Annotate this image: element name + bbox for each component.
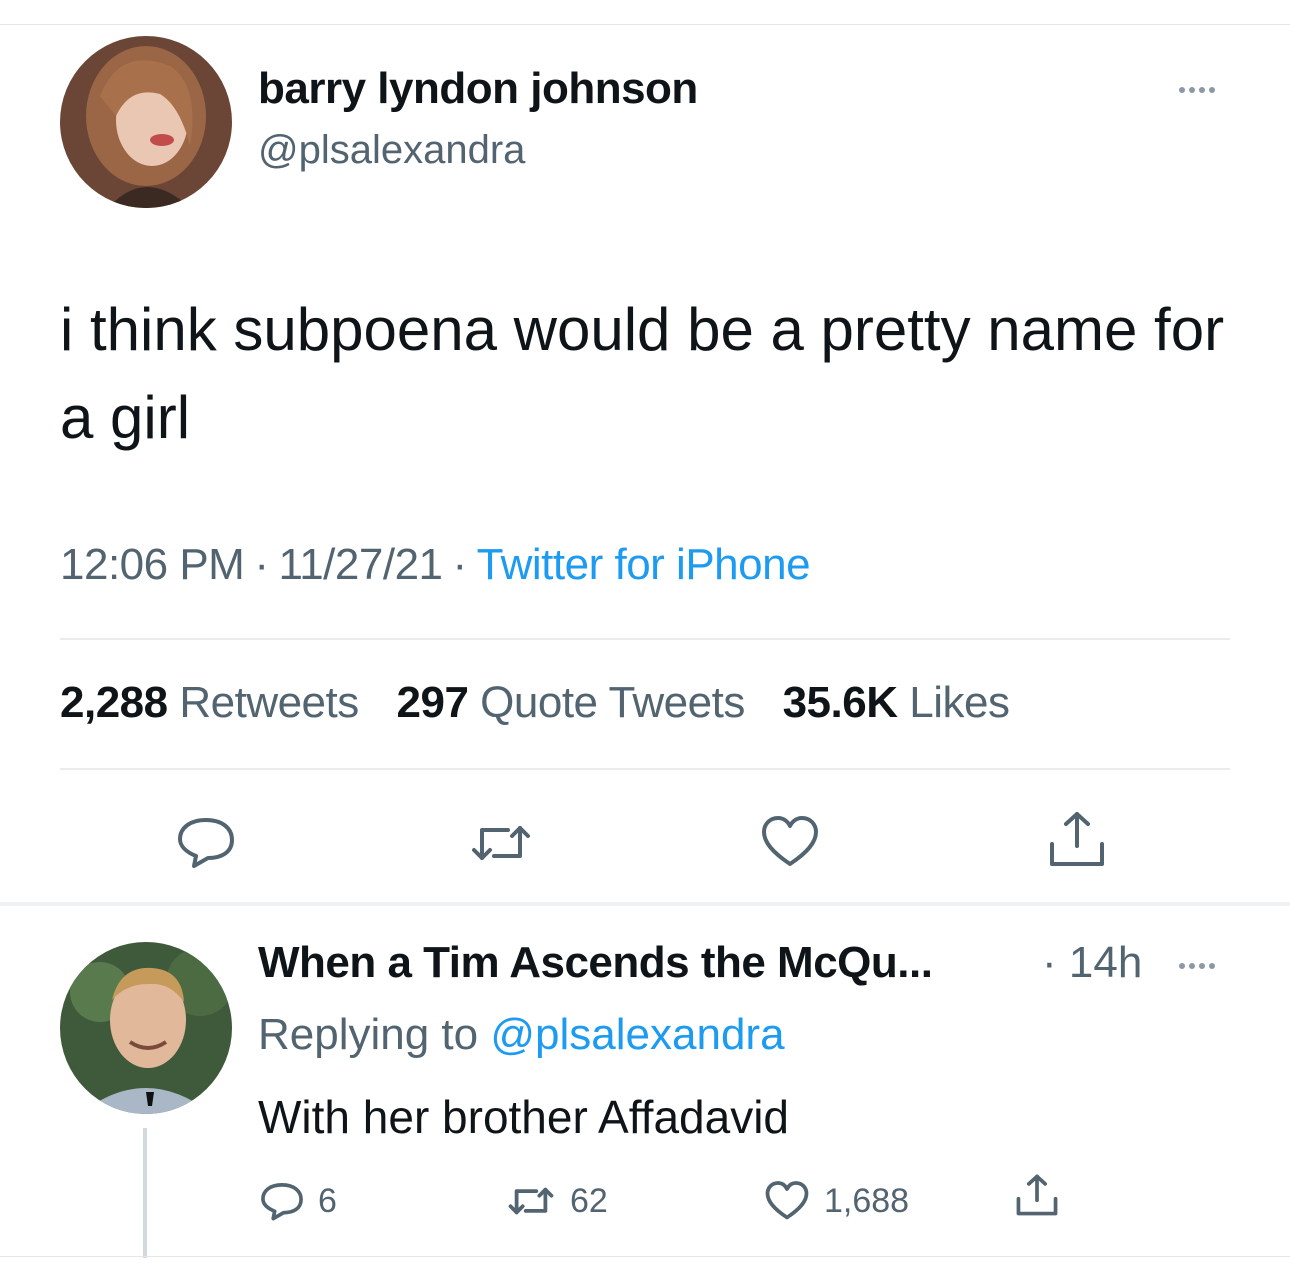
thread-line — [143, 1128, 147, 1258]
tweet-metadata: 12:06 PM · 11/27/21 · Twitter for iPhone — [60, 540, 811, 590]
tweet-stats: 2,288 Retweets 297 Quote Tweets 35.6K Li… — [60, 678, 1035, 728]
quotes-count: 297 — [396, 678, 469, 727]
author-display-name[interactable]: barry lyndon johnson — [258, 64, 698, 114]
reply-text: With her brother Affadavid — [258, 1091, 789, 1143]
reply-author-avatar[interactable] — [60, 942, 232, 1114]
reply-share-button[interactable] — [1014, 1170, 1060, 1220]
author-avatar[interactable] — [60, 36, 232, 208]
likes-label: Likes — [909, 678, 1010, 727]
meta-separator: · — [254, 540, 269, 589]
replying-to-mention[interactable]: @plsalexandra — [490, 1010, 784, 1059]
tweet-time[interactable]: 12:06 PM — [60, 540, 245, 589]
reply-icon — [261, 1183, 303, 1221]
reply-more-options-icon[interactable] — [1172, 956, 1222, 976]
reply-icon — [178, 818, 234, 868]
replying-prefix: Replying to — [258, 1010, 479, 1059]
section-divider — [0, 902, 1290, 906]
share-icon — [1016, 1174, 1058, 1216]
retweet-button[interactable] — [468, 818, 534, 868]
tweet-date[interactable]: 11/27/21 — [279, 540, 444, 589]
share-icon — [1050, 812, 1104, 866]
divider — [60, 638, 1230, 640]
divider — [60, 768, 1230, 770]
replying-to: Replying to @plsalexandra — [258, 1010, 785, 1060]
tweet-source-link[interactable]: Twitter for iPhone — [477, 540, 811, 589]
reply-timestamp[interactable]: · 14h — [1042, 938, 1142, 988]
reply-like-button[interactable]: 1,688 — [764, 1176, 909, 1226]
bottom-border — [0, 1256, 1290, 1257]
like-icon — [765, 1181, 809, 1220]
reply-like-count: 1,688 — [824, 1181, 910, 1220]
likes-count: 35.6K — [782, 678, 898, 727]
quotes-label: Quote Tweets — [480, 678, 745, 727]
reply-retweet-button[interactable]: 62 — [506, 1176, 608, 1226]
like-icon — [762, 816, 818, 866]
author-handle[interactable]: @plsalexandra — [258, 128, 525, 173]
more-options-icon[interactable] — [1172, 80, 1222, 100]
reply-reply-button[interactable]: 6 — [260, 1176, 337, 1226]
top-border — [0, 24, 1290, 25]
meta-separator: · — [452, 540, 468, 589]
likes-stat[interactable]: 35.6K Likes — [783, 678, 1010, 727]
retweet-icon — [508, 1187, 554, 1215]
retweets-count: 2,288 — [60, 678, 168, 727]
retweet-icon — [472, 826, 530, 860]
tweet-text: i think subpoena would be a pretty name … — [60, 296, 1225, 451]
reply-button[interactable] — [176, 814, 236, 870]
share-button[interactable] — [1046, 808, 1108, 870]
retweets-label: Retweets — [179, 678, 359, 727]
reply-reply-count: 6 — [318, 1181, 337, 1220]
reply-retweet-count: 62 — [570, 1181, 608, 1220]
like-button[interactable] — [760, 814, 820, 870]
reply-author-name[interactable]: When a Tim Ascends the McQu... — [258, 938, 933, 988]
quote-tweets-stat[interactable]: 297 Quote Tweets — [396, 678, 746, 727]
retweets-stat[interactable]: 2,288 Retweets — [60, 678, 359, 727]
